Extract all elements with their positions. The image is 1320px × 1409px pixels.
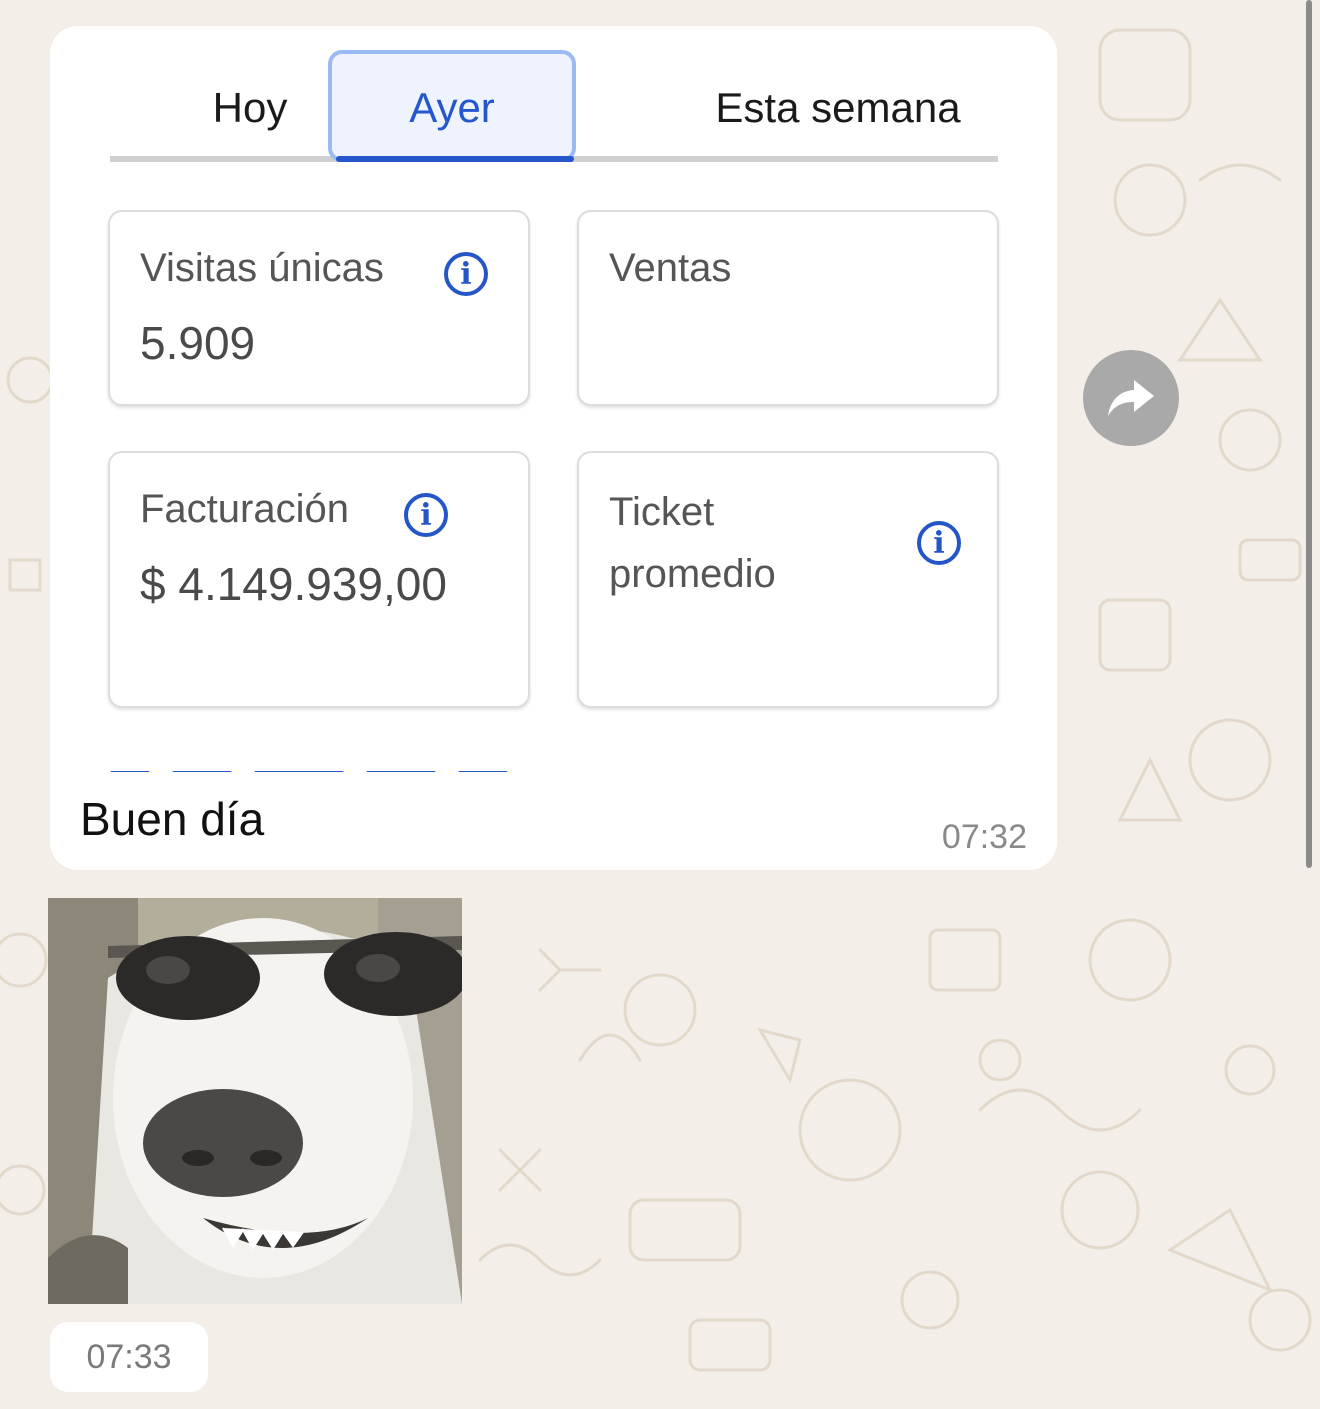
card-visitas-unicas: Visitas únicas i 5.909 [108,210,530,406]
tab-active-indicator [336,156,574,162]
message-caption: Buen día [80,793,265,845]
sticker-timestamp-bubble: 07:33 [50,1322,208,1392]
dog-sunglasses-sticker[interactable] [48,898,462,1304]
tab-ayer: Ayer [409,84,495,131]
cropped-link-text [110,764,610,772]
card-title: Ticket promedio [609,481,776,605]
tab-esta-semana: Esta semana [715,84,961,131]
forward-button[interactable] [1083,350,1179,446]
forward-arrow-icon [1108,380,1154,416]
card-title-line-2: promedio [609,552,776,596]
card-title: Visitas únicas [140,246,384,290]
card-title: Facturación [140,487,349,531]
card-title-line-1: Ticket [609,490,715,534]
tab-hoy: Hoy [212,84,288,131]
card-ticket-promedio: Ticket promedio i [577,451,999,708]
card-ventas: Ventas [577,210,999,406]
info-icon: i [404,493,448,537]
image-message-bubble[interactable]: Hoy Ayer Esta semana Visitas únicas i 5.… [50,26,1057,870]
message-timestamp: 07:33 [86,1337,172,1376]
dashboard-screenshot-image[interactable]: Hoy Ayer Esta semana Visitas únicas i 5.… [50,26,1057,796]
message-timestamp: 07:32 [941,818,1027,856]
scrollbar[interactable] [1306,0,1312,868]
card-value: $ 4.149.939,00 [140,558,447,610]
info-icon: i [444,252,488,296]
card-facturacion: Facturación i $ 4.149.939,00 [108,451,530,708]
card-value: 5.909 [140,317,256,369]
card-title: Ventas [609,246,732,290]
info-icon: i [917,521,961,565]
period-tabs: Hoy Ayer Esta semana [110,26,998,166]
